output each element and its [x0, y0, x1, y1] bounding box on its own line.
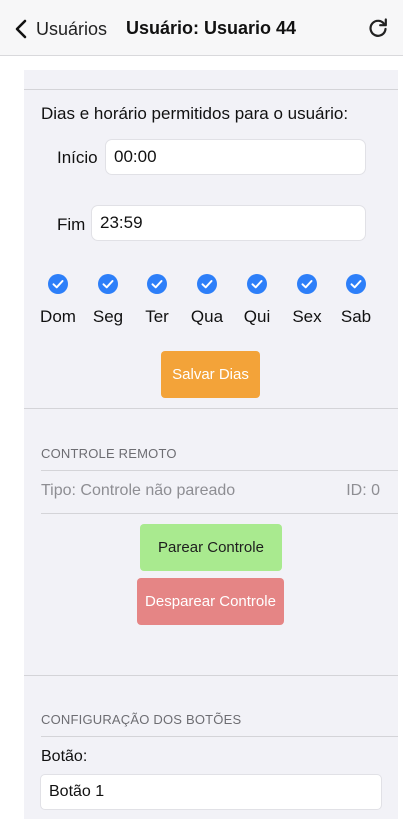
start-time-input[interactable]: 00:00: [105, 139, 366, 175]
schedule-heading: Dias e horário permitidos para o usuário…: [41, 104, 349, 123]
pair-remote-button[interactable]: Parear Controle: [140, 524, 282, 571]
day-label-qua: Qua: [190, 307, 224, 326]
remote-id-text: ID: 0: [346, 482, 380, 499]
check-icon[interactable]: [147, 274, 167, 294]
row-divider: [41, 513, 398, 514]
day-ter: Ter: [135, 274, 179, 327]
day-qua: Qua: [185, 274, 229, 327]
save-days-button[interactable]: Salvar Dias: [161, 351, 260, 398]
day-sex: Sex: [285, 274, 329, 327]
check-icon[interactable]: [98, 274, 118, 294]
top-divider: [24, 89, 398, 90]
check-icon[interactable]: [346, 274, 366, 294]
refresh-icon[interactable]: [367, 17, 389, 39]
day-dom: Dom: [36, 274, 80, 327]
row-divider: [41, 470, 398, 471]
row-divider: [41, 736, 398, 737]
navigation-bar: Usuários Usuário: Usuario 44: [0, 0, 403, 56]
button-field-label: Botão:: [41, 748, 88, 765]
day-label-seg: Seg: [92, 307, 124, 326]
check-icon[interactable]: [247, 274, 267, 294]
day-seg: Seg: [86, 274, 130, 327]
day-label-sab: Sab: [340, 307, 372, 326]
remote-section-title: CONTROLE REMOTO: [41, 446, 177, 461]
button-select-field[interactable]: Botão 1: [40, 774, 382, 810]
day-qui: Qui: [235, 274, 279, 327]
start-time-label: Início: [57, 148, 98, 167]
day-label-sex: Sex: [292, 307, 322, 326]
day-label-qui: Qui: [243, 307, 271, 326]
day-label-dom: Dom: [40, 307, 76, 326]
chevron-left-icon: [15, 19, 27, 39]
end-time-input[interactable]: 23:59: [91, 205, 366, 241]
day-sab: Sab: [334, 274, 378, 327]
check-icon[interactable]: [297, 274, 317, 294]
back-button[interactable]: Usuários: [14, 17, 107, 41]
remote-type-text: Tipo: Controle não pareado: [41, 482, 236, 499]
buttons-config-section-title: CONFIGURAÇÃO DOS BOTÕES: [41, 712, 242, 727]
section-divider: [24, 675, 398, 676]
day-label-ter: Ter: [145, 307, 169, 326]
check-icon[interactable]: [197, 274, 217, 294]
check-icon[interactable]: [48, 274, 68, 294]
section-divider: [24, 408, 398, 409]
content-panel: Dias e horário permitidos para o usuário…: [24, 70, 398, 819]
end-time-label: Fim: [57, 215, 86, 234]
back-label: Usuários: [36, 18, 108, 39]
page-title: Usuário: Usuario 44: [126, 18, 297, 38]
unpair-remote-button[interactable]: Desparear Controle: [137, 578, 284, 625]
